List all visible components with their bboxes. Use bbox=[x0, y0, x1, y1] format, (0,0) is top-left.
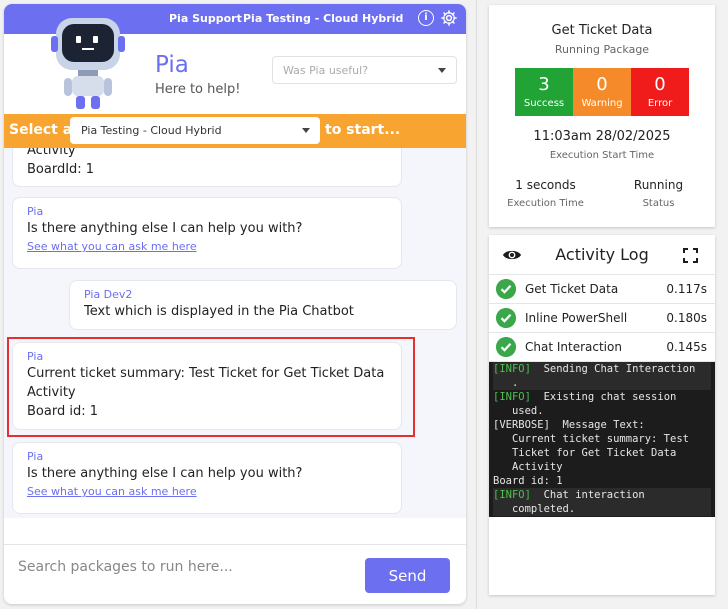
status-label: Status bbox=[642, 198, 675, 209]
chat-message: Pia Current ticket summary: Test Ticket … bbox=[12, 342, 402, 430]
success-count-box: 3 Success bbox=[515, 68, 573, 116]
info-icon[interactable]: i bbox=[418, 10, 434, 26]
help-link[interactable]: See what you can ask me here bbox=[27, 238, 387, 256]
assistant-name: Pia bbox=[155, 52, 189, 78]
package-subtitle: Running Package bbox=[554, 43, 650, 56]
package-status-card: Get Ticket Data Running Package 3 Succes… bbox=[489, 5, 715, 227]
warning-label: Warning bbox=[581, 98, 623, 109]
message-sender: Pia bbox=[27, 450, 44, 463]
execution-time-label: Execution Time bbox=[507, 198, 584, 209]
console-line: [INFO] Sending Chat Interaction . bbox=[493, 362, 711, 390]
console-tag: [INFO] bbox=[493, 391, 531, 403]
chevron-down-icon bbox=[438, 68, 446, 73]
message-line: BoardId: 1 bbox=[27, 162, 95, 177]
send-button[interactable]: Send bbox=[365, 558, 450, 593]
help-link[interactable]: See what you can ask me here bbox=[27, 483, 387, 501]
right-panel: Get Ticket Data Running Package 3 Succes… bbox=[476, 0, 728, 609]
success-label: Success bbox=[523, 98, 565, 109]
message-line: Is there anything else I can help you wi… bbox=[27, 466, 303, 481]
activity-log-card: Activity Log Get Ticket Data 0.117s Inli… bbox=[489, 235, 715, 595]
package-title: Get Ticket Data bbox=[551, 23, 653, 38]
activity-row[interactable]: Inline PowerShell 0.180s bbox=[489, 304, 715, 333]
check-circle-icon bbox=[496, 308, 516, 328]
header-environment: Pia Testing - Cloud Hybrid bbox=[243, 12, 404, 25]
message-line: Text which is displayed in the Pia Chatb… bbox=[84, 304, 354, 319]
feedback-placeholder: Was Pia useful? bbox=[283, 64, 369, 77]
message-line: Current ticket summary: Test Ticket for … bbox=[27, 366, 385, 400]
chevron-down-icon bbox=[302, 128, 310, 133]
execution-start-label: Execution Start Time bbox=[549, 150, 655, 161]
console-line: [INFO] Existing chat session used. bbox=[493, 390, 711, 418]
gear-icon[interactable] bbox=[440, 9, 458, 27]
assistant-tagline: Here to help! bbox=[155, 82, 241, 97]
error-count-box: 0 Error bbox=[631, 68, 689, 116]
activity-duration: 0.145s bbox=[666, 340, 707, 354]
selector-prefix: Select a bbox=[9, 122, 73, 138]
activity-row[interactable]: Chat Interaction 0.145s bbox=[489, 333, 715, 362]
execution-time: 1 seconds bbox=[515, 178, 576, 192]
activity-row[interactable]: Get Ticket Data 0.117s bbox=[489, 275, 715, 304]
robot-mascot-icon bbox=[51, 18, 125, 109]
message-sender: Pia bbox=[27, 350, 44, 363]
message-list[interactable]: Activity BoardId: 1 Pia Is there anythin… bbox=[4, 148, 466, 518]
execution-start-time: 11:03am 28/02/2025 bbox=[533, 129, 671, 144]
console-tag: [INFO] bbox=[493, 363, 531, 375]
message-sender: Pia Dev2 bbox=[84, 288, 133, 301]
hero-section: Pia Here to help! Was Pia useful? bbox=[4, 18, 466, 114]
feedback-select[interactable]: Was Pia useful? bbox=[272, 56, 457, 84]
environment-select-value: Pia Testing - Cloud Hybrid bbox=[81, 124, 222, 137]
activity-name: Chat Interaction bbox=[525, 340, 622, 354]
input-area: Send bbox=[4, 544, 466, 604]
message-sender: Pia bbox=[27, 205, 44, 218]
check-circle-icon bbox=[496, 337, 516, 357]
console-line: [INFO] Chat interaction completed. bbox=[493, 488, 711, 516]
chat-panel: Pia Support Pia Testing - Cloud Hybrid i… bbox=[4, 4, 466, 604]
error-label: Error bbox=[647, 98, 673, 109]
console-tag: [INFO] bbox=[493, 489, 531, 501]
warning-count: 0 bbox=[596, 74, 608, 95]
console-line: [VERBOSE] Message Text: Current ticket s… bbox=[493, 418, 711, 488]
warning-count-box: 0 Warning bbox=[573, 68, 631, 116]
check-circle-icon bbox=[496, 279, 516, 299]
activity-name: Inline PowerShell bbox=[525, 311, 628, 325]
chat-message: Pia Is there anything else I can help yo… bbox=[12, 197, 402, 269]
environment-select[interactable]: Pia Testing - Cloud Hybrid bbox=[70, 117, 320, 144]
chat-message: Activity BoardId: 1 bbox=[12, 148, 402, 187]
message-line: Activity bbox=[27, 148, 76, 158]
header-title: Pia Support bbox=[169, 12, 242, 25]
console-tag: [VERBOSE] bbox=[493, 419, 550, 431]
console-output[interactable]: [INFO] Sending Chat Interaction . [INFO]… bbox=[489, 362, 715, 517]
activity-log-title: Activity Log bbox=[555, 245, 649, 264]
chat-message: Pia Dev2 Text which is displayed in the … bbox=[69, 280, 457, 330]
fullscreen-icon[interactable] bbox=[683, 248, 698, 263]
selector-suffix: to start... bbox=[325, 122, 401, 138]
activity-duration: 0.117s bbox=[666, 282, 707, 296]
message-line: Is there anything else I can help you wi… bbox=[27, 221, 303, 236]
activity-log-header: Activity Log bbox=[489, 235, 715, 275]
message-line: Board id: 1 bbox=[27, 404, 98, 419]
success-count: 3 bbox=[538, 74, 550, 95]
environment-selector-bar: Select a Pia Testing - Cloud Hybrid to s… bbox=[4, 114, 466, 148]
activity-duration: 0.180s bbox=[666, 311, 707, 325]
chat-message: Pia Is there anything else I can help yo… bbox=[12, 442, 402, 514]
search-input[interactable] bbox=[18, 555, 348, 579]
activity-name: Get Ticket Data bbox=[525, 282, 619, 296]
error-count: 0 bbox=[654, 74, 666, 95]
status-value: Running bbox=[633, 178, 684, 192]
